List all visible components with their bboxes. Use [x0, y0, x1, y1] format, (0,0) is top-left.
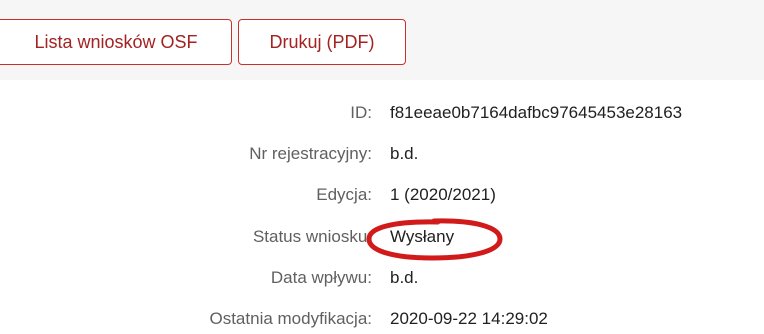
- detail-row-edition: Edycja: 1 (2020/2021): [0, 180, 764, 210]
- detail-row-receipt-date: Data wpływu: b.d.: [0, 263, 764, 293]
- application-details: ID: f81eeae0b7164dafbc97645453e28163 Nr …: [0, 80, 764, 334]
- receipt-date-label: Data wpływu:: [270, 268, 372, 287]
- registration-number-value: b.d.: [390, 144, 419, 163]
- detail-row-id: ID: f81eeae0b7164dafbc97645453e28163: [0, 98, 764, 128]
- status-value: Wysłany: [390, 227, 455, 246]
- last-modified-value: 2020-09-22 14:29:02: [390, 309, 548, 328]
- last-modified-label: Ostatnia modyfikacja:: [209, 309, 372, 328]
- registration-number-label: Nr rejestracyjny:: [249, 144, 372, 163]
- id-label: ID:: [350, 103, 372, 122]
- detail-row-last-modified: Ostatnia modyfikacja: 2020-09-22 14:29:0…: [0, 304, 764, 334]
- detail-row-status: Status wniosku: Wysłany: [0, 222, 764, 252]
- detail-row-registration-number: Nr rejestracyjny: b.d.: [0, 139, 764, 169]
- print-pdf-button[interactable]: Drukuj (PDF): [238, 19, 406, 65]
- edition-value: 1 (2020/2021): [390, 185, 496, 204]
- applications-list-button[interactable]: Lista wniosków OSF: [0, 19, 232, 65]
- edition-label: Edycja:: [316, 185, 372, 204]
- receipt-date-value: b.d.: [390, 268, 419, 287]
- id-value: f81eeae0b7164dafbc97645453e28163: [390, 103, 683, 122]
- toolbar: Lista wniosków OSF Drukuj (PDF): [0, 0, 764, 80]
- status-label: Status wniosku:: [252, 227, 372, 246]
